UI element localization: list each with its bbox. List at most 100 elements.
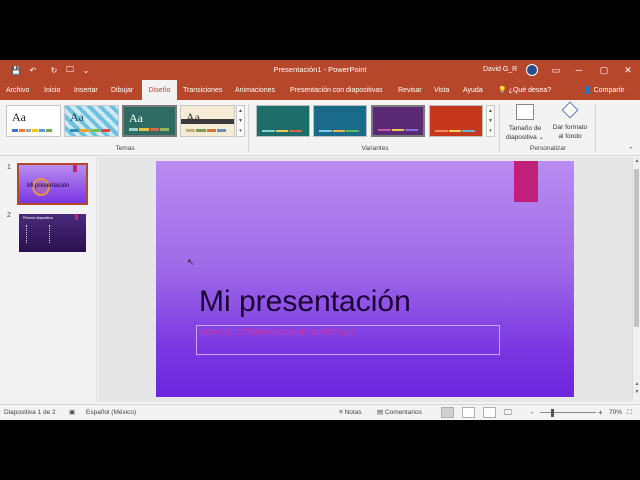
format-background-button[interactable]: Dar formato al fondo [547, 101, 593, 141]
paint-bucket-icon [561, 101, 579, 119]
comments-button[interactable]: ▤ Comentarios [377, 405, 422, 420]
slide-number: 2 [7, 212, 11, 219]
zoom-slider[interactable] [540, 412, 596, 413]
tab-revisar[interactable]: Revisar [395, 80, 425, 100]
slide-title[interactable]: Mi presentación [199, 285, 411, 319]
tab-animaciones[interactable]: Animaciones [232, 80, 278, 100]
gallery-up-icon[interactable]: ▲ [487, 106, 494, 116]
variants-gallery-scroll[interactable]: ▲ ▼ ▾ [486, 105, 495, 137]
window-title: Presentación1 - PowerPoint [273, 65, 367, 74]
separator [595, 104, 596, 152]
gallery-down-icon[interactable]: ▼ [237, 116, 244, 126]
thumbnail-bullets [26, 225, 40, 243]
slide-size-icon [516, 104, 534, 120]
comments-label: Comentarios [384, 409, 422, 416]
slide-editor: Mi presentación HAGA CLIC PARA AGREGAR S… [98, 157, 632, 402]
customize-toolbar-icon[interactable]: ⌄ [80, 60, 92, 80]
share-label: Compartir [593, 87, 625, 94]
tab-vista[interactable]: Vista [431, 80, 452, 100]
slide-accent-bar [514, 161, 538, 202]
theme-dark-teal[interactable]: Aa [122, 105, 177, 137]
reading-view-button[interactable] [483, 407, 496, 418]
customize-group-label: Personalizar [529, 145, 567, 152]
tab-presentacion[interactable]: Presentación con diapositivas [287, 80, 386, 100]
tab-insertar[interactable]: Insertar [71, 80, 101, 100]
close-button[interactable]: ✕ [617, 60, 639, 80]
next-slide-icon[interactable]: ▼ [633, 389, 640, 395]
theme-aa-label: Aa [12, 110, 26, 124]
maximize-button[interactable]: ▢ [593, 60, 615, 80]
ribbon-design: Aa Aa Aa Aa ▲ ▼ ▾ Temas ▲ ▼ ▾ Variantes … [0, 100, 640, 156]
slide-size-label-1: Tamaño de [508, 125, 542, 132]
scrollbar-thumb[interactable] [634, 169, 639, 327]
slide-thumbnail-2[interactable]: Primera diapositiva [19, 214, 86, 252]
theme-office[interactable]: Aa [6, 105, 61, 137]
slide-counter: Diapositiva 1 de 2 [4, 409, 56, 416]
gallery-down-icon[interactable]: ▼ [487, 116, 494, 126]
spellcheck-icon[interactable]: ▣ [69, 405, 75, 420]
theme-aa-label: Aa [129, 111, 143, 125]
ribbon-tabs: Archivo Inicio Insertar Dibujar Diseño T… [0, 80, 640, 100]
tell-me-label: ¿Qué desea? [508, 87, 552, 94]
theme-aa-label: Aa [186, 110, 200, 124]
slideshow-view-icon[interactable]: 🖵 [504, 407, 517, 418]
slide-size-button[interactable]: Tamaño de diapositiva ⌄ [503, 104, 547, 142]
tab-inicio[interactable]: Inicio [41, 80, 63, 100]
present-from-start-icon[interactable]: 🖵 [64, 60, 76, 80]
variant-4[interactable] [429, 105, 483, 137]
theme-beige[interactable]: Aa [180, 105, 235, 137]
slide-sorter-view-button[interactable] [462, 407, 475, 418]
notes-label: Notas [344, 409, 362, 416]
variant-1[interactable] [256, 105, 310, 137]
person-icon: 👤 [583, 87, 592, 94]
notes-button[interactable]: ≡ Notas [339, 405, 362, 420]
gallery-up-icon[interactable]: ▲ [237, 106, 244, 116]
thumbnail-bullets [49, 225, 63, 243]
tab-transiciones[interactable]: Transiciones [180, 80, 225, 100]
comment-icon: ▤ [377, 409, 384, 416]
theme-checker[interactable]: Aa [64, 105, 119, 137]
user-name[interactable]: David G_R [483, 60, 517, 80]
scroll-up-icon[interactable]: ▲ [633, 158, 640, 164]
variant-3[interactable] [371, 105, 425, 137]
mouse-cursor-icon: ↖ [187, 257, 195, 267]
current-slide[interactable]: Mi presentación HAGA CLIC PARA AGREGAR S… [156, 161, 574, 397]
slide-thumbnail-1[interactable]: Mi presentación [17, 163, 88, 205]
tab-dibujar[interactable]: Dibujar [108, 80, 136, 100]
share-button[interactable]: 👤 Compartir [583, 80, 624, 100]
minimize-button[interactable]: ─ [568, 60, 590, 80]
normal-view-button[interactable] [441, 407, 454, 418]
slide-number: 1 [7, 164, 11, 171]
fit-to-window-icon[interactable]: ⛶ [627, 405, 632, 420]
thumbnail-accent-bar [73, 165, 77, 172]
separator [499, 104, 500, 152]
slide-size-label-2: diapositiva ⌄ [506, 134, 544, 141]
tab-archivo[interactable]: Archivo [3, 80, 32, 100]
zoom-in-button[interactable]: + [598, 405, 603, 420]
vertical-scrollbar[interactable]: ▲ ▲ ▼ [632, 157, 640, 402]
redo-icon[interactable]: ↻ [48, 60, 60, 80]
format-background-label-2: al fondo [558, 133, 582, 140]
thumbnail-title: Mi presentación [27, 183, 70, 189]
gallery-more-icon[interactable]: ▾ [237, 126, 244, 136]
collapse-ribbon-icon[interactable]: ⌃ [628, 146, 634, 154]
status-bar: Diapositiva 1 de 2 ▣ Español (México) ≡ … [0, 404, 640, 420]
variant-2[interactable] [313, 105, 367, 137]
zoom-slider-knob[interactable] [551, 409, 554, 417]
save-icon[interactable]: 💾 [10, 60, 22, 80]
lightbulb-icon: 💡 [498, 87, 507, 94]
gallery-more-icon[interactable]: ▾ [487, 126, 494, 136]
avatar[interactable] [526, 64, 538, 76]
language-indicator[interactable]: Español (México) [86, 405, 136, 420]
variants-group-label: Variantes [361, 145, 389, 152]
subtitle-placeholder[interactable]: HAGA CLIC PARA AGREGAR SUBTÍTULO [196, 325, 500, 355]
ribbon-display-options-icon[interactable]: ▭ [545, 60, 567, 80]
themes-gallery-scroll[interactable]: ▲ ▼ ▾ [236, 105, 245, 137]
tab-diseno[interactable]: Diseño [142, 80, 177, 100]
zoom-out-button[interactable]: - [531, 405, 534, 420]
tab-ayuda[interactable]: Ayuda [460, 80, 486, 100]
tell-me-box[interactable]: 💡 ¿Qué desea? [498, 80, 551, 100]
undo-icon[interactable]: ↶ [27, 60, 39, 80]
previous-slide-icon[interactable]: ▲ [633, 381, 640, 387]
zoom-level[interactable]: 70% [609, 405, 622, 420]
